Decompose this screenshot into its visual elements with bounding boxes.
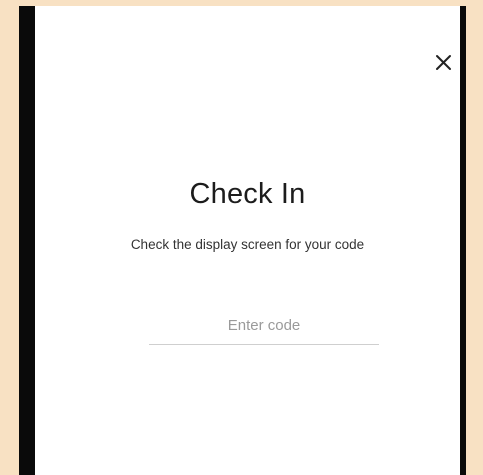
close-button[interactable] [428, 44, 458, 74]
close-icon [435, 54, 451, 70]
code-input[interactable] [149, 306, 379, 345]
modal-subtitle: Check the display screen for your code [130, 237, 365, 252]
device-frame: Check In Check the display screen for yo… [19, 6, 466, 475]
modal-title: Check In [189, 178, 306, 210]
check-in-modal: Check In Check the display screen for yo… [35, 6, 460, 475]
